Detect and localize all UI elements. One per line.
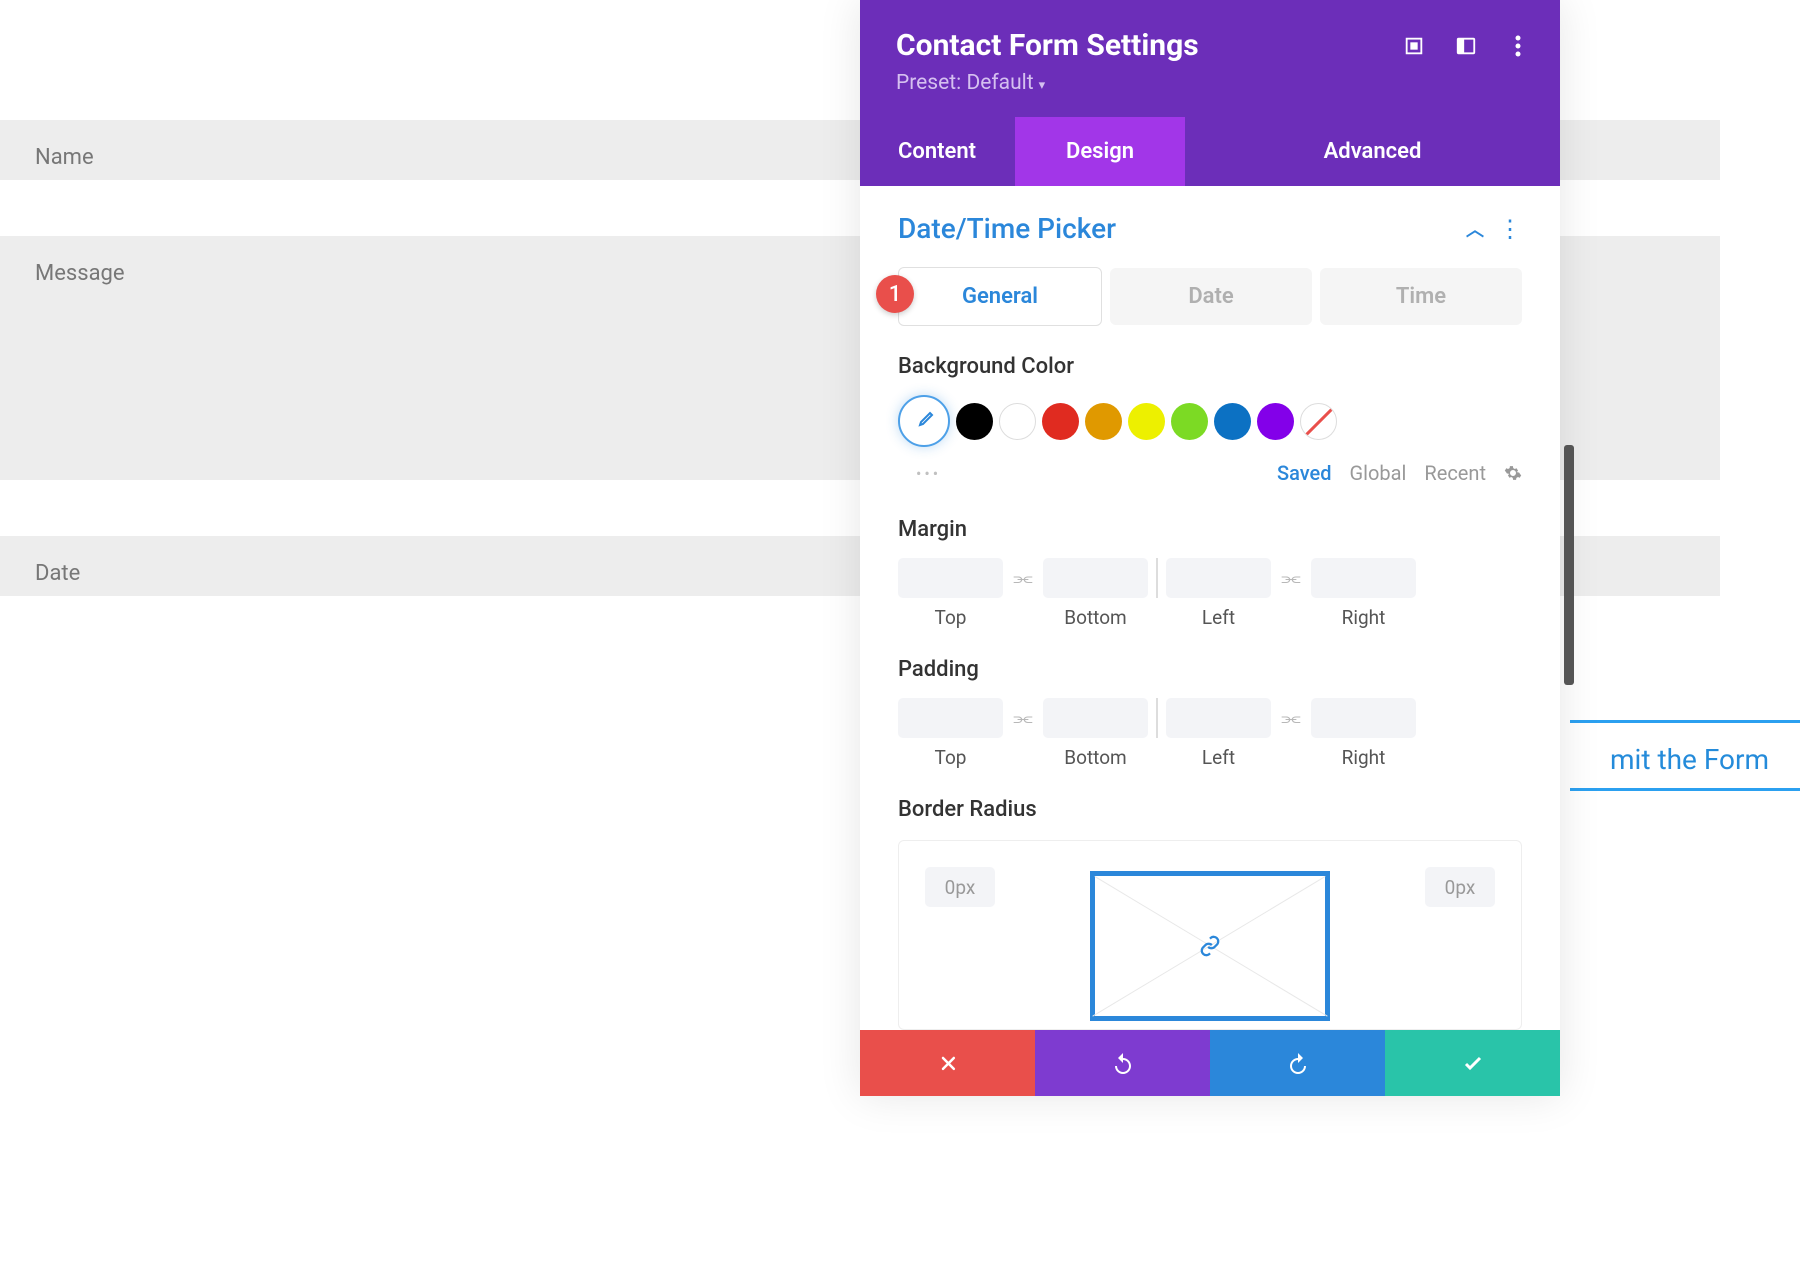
main-tabs: Content Design Advanced bbox=[860, 117, 1560, 186]
color-picker-button[interactable] bbox=[898, 395, 950, 447]
swatch-orange[interactable] bbox=[1085, 403, 1122, 440]
label-right: Right bbox=[1311, 606, 1416, 629]
columns-icon[interactable] bbox=[1454, 34, 1478, 58]
preset-dropdown[interactable]: Preset: Default bbox=[896, 71, 1524, 95]
undo-button[interactable] bbox=[1035, 1030, 1210, 1096]
palette-footer: ••• Saved Global Recent bbox=[898, 461, 1522, 489]
palette-tab-recent[interactable]: Recent bbox=[1424, 461, 1486, 485]
corner-tl-input[interactable]: 0px bbox=[925, 867, 995, 907]
label-top: Top bbox=[898, 606, 1003, 629]
swatch-red[interactable] bbox=[1042, 403, 1079, 440]
cancel-button[interactable] bbox=[860, 1030, 1035, 1096]
link-icon[interactable]: ⫘ bbox=[999, 568, 1047, 589]
bg-color-label: Background Color bbox=[898, 354, 1522, 379]
divider bbox=[1156, 698, 1158, 738]
margin-label: Margin bbox=[898, 517, 1522, 542]
color-swatches bbox=[898, 395, 1522, 447]
margin-top-input[interactable] bbox=[898, 558, 1003, 598]
tab-design[interactable]: Design bbox=[1015, 117, 1185, 186]
subtab-general[interactable]: General bbox=[898, 267, 1102, 326]
expand-icon[interactable] bbox=[1402, 34, 1426, 58]
label-bottom: Bottom bbox=[1043, 606, 1148, 629]
swatch-blue[interactable] bbox=[1214, 403, 1251, 440]
border-radius-label: Border Radius bbox=[898, 797, 1522, 822]
border-radius-box: 0px 0px bbox=[898, 840, 1522, 1030]
scrollbar[interactable] bbox=[1564, 445, 1574, 685]
palette-tab-saved[interactable]: Saved bbox=[1277, 461, 1332, 485]
link-icon[interactable]: ⫘ bbox=[1267, 568, 1315, 589]
subtab-time[interactable]: Time bbox=[1320, 268, 1522, 325]
bg-color-group: Background Color ••• Saved Global Recent bbox=[860, 340, 1560, 503]
settings-panel: Contact Form Settings Preset: Default Co… bbox=[860, 0, 1560, 1096]
link-icon[interactable] bbox=[1199, 935, 1221, 957]
radius-preview bbox=[1090, 871, 1330, 1021]
swatch-black[interactable] bbox=[956, 403, 993, 440]
padding-group: Padding ⫘ ⫘ Top Bottom Left Right bbox=[860, 643, 1560, 783]
corner-tr-input[interactable]: 0px bbox=[1425, 867, 1495, 907]
footer-actions bbox=[860, 1030, 1560, 1096]
palette-more-icon[interactable]: ••• bbox=[916, 464, 941, 483]
label-left: Left bbox=[1166, 746, 1271, 769]
subtabs: 1 General Date Time bbox=[860, 267, 1560, 340]
swatch-none[interactable] bbox=[1300, 403, 1337, 440]
chevron-up-icon[interactable]: ︿ bbox=[1466, 216, 1484, 242]
padding-top-input[interactable] bbox=[898, 698, 1003, 738]
link-icon[interactable]: ⫘ bbox=[1267, 708, 1315, 729]
margin-left-input[interactable] bbox=[1166, 558, 1271, 598]
padding-bottom-input[interactable] bbox=[1043, 698, 1148, 738]
palette-tab-global[interactable]: Global bbox=[1350, 461, 1407, 485]
step-badge: 1 bbox=[876, 275, 914, 313]
section-more-icon[interactable]: ⋮ bbox=[1498, 215, 1522, 243]
swatch-white[interactable] bbox=[999, 403, 1036, 440]
panel-header: Contact Form Settings Preset: Default bbox=[860, 0, 1560, 117]
margin-right-input[interactable] bbox=[1311, 558, 1416, 598]
label-bottom: Bottom bbox=[1043, 746, 1148, 769]
more-icon[interactable] bbox=[1506, 34, 1530, 58]
swatch-purple[interactable] bbox=[1257, 403, 1294, 440]
divider bbox=[1156, 558, 1158, 598]
panel-body: Date/Time Picker ︿ ⋮ 1 General Date Time… bbox=[860, 186, 1560, 1030]
link-icon[interactable]: ⫘ bbox=[999, 708, 1047, 729]
border-radius-group: Border Radius bbox=[860, 783, 1560, 822]
margin-group: Margin ⫘ ⫘ Top Bottom Left Right bbox=[860, 503, 1560, 643]
label-right: Right bbox=[1311, 746, 1416, 769]
padding-left-input[interactable] bbox=[1166, 698, 1271, 738]
label-left: Left bbox=[1166, 606, 1271, 629]
label-top: Top bbox=[898, 746, 1003, 769]
swatch-green[interactable] bbox=[1171, 403, 1208, 440]
palette-settings-icon[interactable] bbox=[1504, 464, 1522, 482]
swatch-yellow[interactable] bbox=[1128, 403, 1165, 440]
subtab-date[interactable]: Date bbox=[1110, 268, 1312, 325]
margin-bottom-input[interactable] bbox=[1043, 558, 1148, 598]
save-button[interactable] bbox=[1385, 1030, 1560, 1096]
padding-right-input[interactable] bbox=[1311, 698, 1416, 738]
section-title: Date/Time Picker bbox=[898, 212, 1116, 245]
tab-advanced[interactable]: Advanced bbox=[1185, 117, 1560, 186]
section-header[interactable]: Date/Time Picker ︿ ⋮ bbox=[860, 186, 1560, 267]
redo-button[interactable] bbox=[1210, 1030, 1385, 1096]
tab-content[interactable]: Content bbox=[860, 117, 1015, 186]
submit-link[interactable]: mit the Form bbox=[1570, 720, 1800, 791]
padding-label: Padding bbox=[898, 657, 1522, 682]
